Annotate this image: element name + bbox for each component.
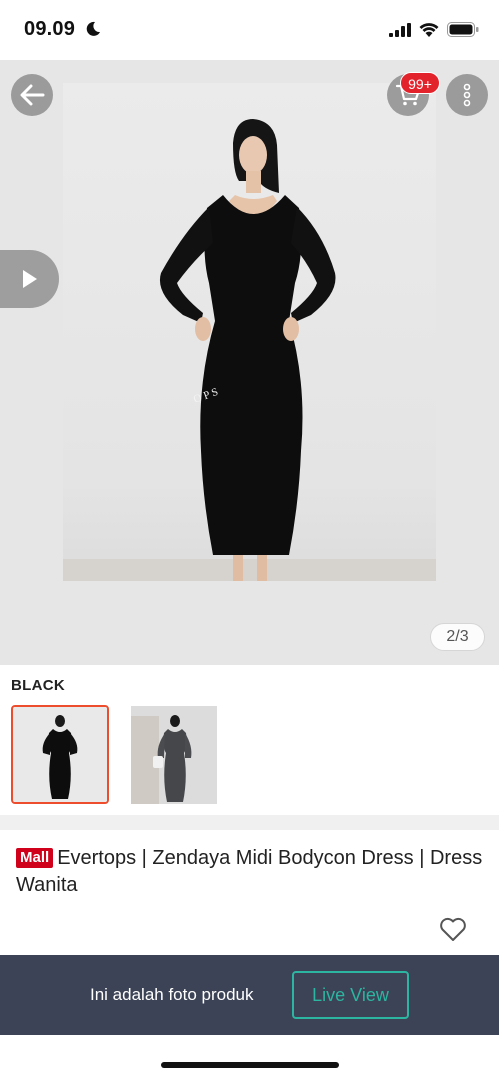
variation-thumb-image <box>13 707 107 802</box>
variation-section: BLACK <box>0 665 499 815</box>
model-figure: O P S <box>159 119 336 581</box>
product-title: Evertops | Zendaya Midi Bodycon Dress | … <box>16 847 483 896</box>
home-indicator[interactable] <box>161 1062 339 1068</box>
variation-thumb-grey[interactable] <box>131 706 217 804</box>
selected-variation-label: BLACK <box>11 677 65 694</box>
product-title-block: Mall Evertops | Zendaya Midi Bodycon Dres… <box>16 845 486 899</box>
moon-icon <box>86 21 100 36</box>
home-indicator-area <box>0 1035 499 1080</box>
live-view-bar: Ini adalah foto produk Live View <box>0 955 499 1035</box>
status-time: 09.09 <box>24 18 76 40</box>
product-gallery[interactable]: O P S 99+ 2/3 <box>0 60 499 665</box>
image-page-indicator: 2/3 <box>430 623 485 651</box>
live-view-button[interactable]: Live View <box>292 971 409 1019</box>
live-bar-text: Ini adalah foto produk <box>90 985 254 1004</box>
section-divider <box>0 815 499 830</box>
cart-count-badge: 99+ <box>400 72 440 94</box>
more-vertical-icon <box>463 83 471 107</box>
play-icon <box>22 270 37 288</box>
status-bar: 09.09 <box>0 0 499 60</box>
signal-icon <box>389 22 411 37</box>
mall-badge: Mall <box>16 848 54 868</box>
variation-thumb-black[interactable] <box>11 705 109 804</box>
variation-thumb-image <box>131 706 217 804</box>
heart-icon[interactable] <box>438 914 468 944</box>
back-arrow-icon <box>20 84 45 106</box>
status-icons <box>389 22 479 37</box>
product-info: Mall Evertops | Zendaya Midi Bodycon Dres… <box>0 830 499 955</box>
back-button[interactable] <box>11 74 53 116</box>
wifi-icon <box>419 23 439 37</box>
product-photo[interactable]: O P S <box>63 83 436 581</box>
play-video-button[interactable] <box>0 250 59 308</box>
battery-icon <box>447 22 479 37</box>
more-options-button[interactable] <box>446 74 488 116</box>
